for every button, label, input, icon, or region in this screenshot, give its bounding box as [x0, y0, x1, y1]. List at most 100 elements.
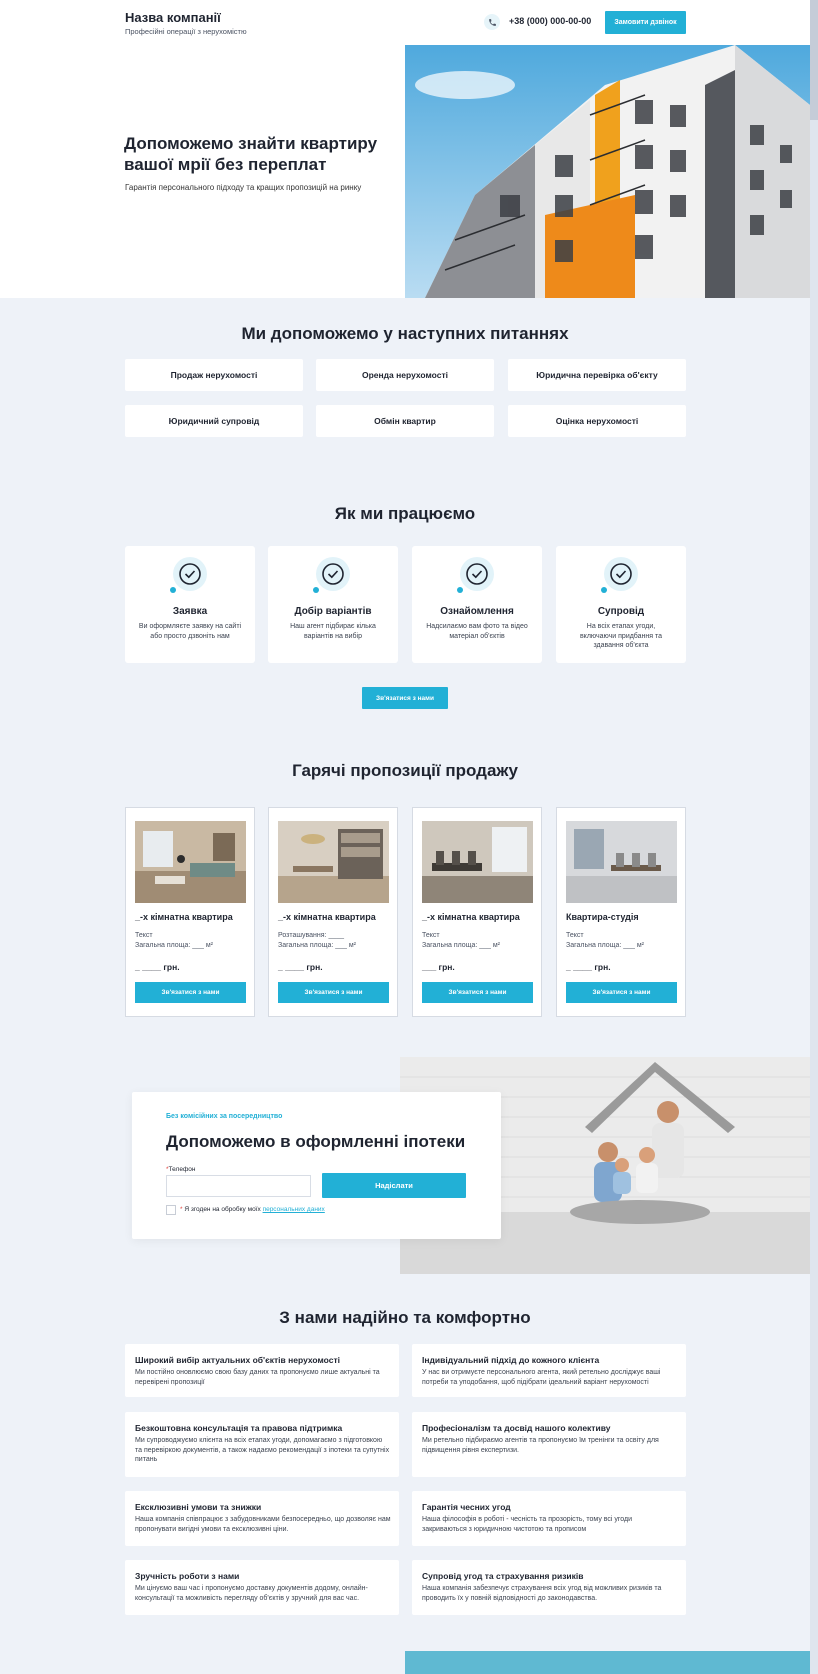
submit-button[interactable]: Надіслати: [322, 1173, 466, 1198]
step-text: Надсилаємо вам фото та відео матеріал об…: [426, 623, 528, 640]
offer-detail: Текст: [566, 932, 584, 939]
offer-price: _ ____ грн.: [566, 962, 611, 972]
service-valuation[interactable]: Оцінка нерухомості: [508, 405, 686, 437]
hero-building-image: [405, 45, 810, 298]
offer-card: Квартира-студія Текст Загальна площа: __…: [556, 807, 686, 1017]
offer-contact-button[interactable]: Зв'язатися з нами: [422, 982, 533, 1003]
offers-title: Гарячі пропозиції продажу: [292, 761, 518, 780]
hero-title: Допоможемо знайти квартиру вашої мрії бе…: [124, 134, 378, 174]
offer-area: Загальна площа: ___ м²: [135, 942, 214, 949]
services-title: Ми допоможемо у наступних питаннях: [241, 324, 569, 343]
footer-band: [405, 1651, 810, 1674]
offer-detail: Розташування: ____: [278, 932, 345, 939]
hero-section: Допоможемо знайти квартиру вашої мрії бе…: [0, 45, 810, 298]
offer-price: _ ____ грн.: [135, 962, 180, 972]
feature-card: Супровід угод та страхування ризиків Наш…: [412, 1560, 686, 1615]
step-card: Ознайомлення Надсилаємо вам фото та віде…: [412, 546, 542, 663]
step-title: Добір варіантів: [294, 606, 372, 617]
service-exchange[interactable]: Обмін квартир: [316, 405, 494, 437]
order-call-button[interactable]: Замовити дзвінок: [605, 11, 686, 34]
phone-input[interactable]: [166, 1175, 311, 1197]
step-text: На всіх етапах угоди, включаючи придбанн…: [579, 623, 663, 649]
feature-title: Широкий вибір актуальних об'єктів нерухо…: [135, 1355, 341, 1365]
check-circle-icon: [457, 556, 495, 594]
offer-contact-button[interactable]: Зв'язатися з нами: [566, 982, 677, 1003]
header-phone[interactable]: +38 (000) 000-00-00: [509, 16, 591, 26]
step-text: Наш агент підбирає кілька варіантів на в…: [290, 623, 376, 640]
scrollbar[interactable]: [810, 0, 818, 1674]
consent-text: Я згоден на обробку моїх: [184, 1206, 261, 1213]
offer-contact-button[interactable]: Зв'язатися з нами: [278, 982, 389, 1003]
mortgage-form-card: Без комісійних за посередництво Допоможе…: [132, 1092, 501, 1239]
feature-title: Зручність роботи з нами: [135, 1571, 240, 1581]
phone-label: *Телефон: [166, 1166, 196, 1173]
feature-card: Гарантія чесних угод Наша філософія в ро…: [412, 1491, 686, 1546]
feature-title: Безкоштовна консультація та правова підт…: [135, 1423, 343, 1433]
feature-card: Індивідуальний підхід до кожного клієнта…: [412, 1344, 686, 1397]
offer-title: _-х кімнатна квартира: [422, 912, 520, 922]
feature-text: Наша компанія забезпечує страхування всі…: [422, 1585, 662, 1602]
service-legal-check[interactable]: Юридична перевірка об'єкту: [508, 359, 686, 391]
offer-title: _-х кімнатна квартира: [278, 912, 376, 922]
feature-title: Гарантія чесних угод: [422, 1502, 511, 1512]
service-rent[interactable]: Оренда нерухомості: [316, 359, 494, 391]
offer-title: _-х кімнатна квартира: [135, 912, 233, 922]
site-header: Назва компанії Професійні операції з нер…: [0, 0, 810, 45]
offer-price: ___ грн.: [422, 962, 455, 972]
feature-card: Безкоштовна консультація та правова підт…: [125, 1412, 399, 1477]
mortgage-title: Допоможемо в оформленні іпотеки: [166, 1132, 466, 1151]
mortgage-kicker: Без комісійних за посередництво: [166, 1113, 283, 1120]
offer-card: _-х кімнатна квартира Розташування: ____…: [268, 807, 398, 1017]
offer-area: Загальна площа: ___ м²: [278, 942, 357, 949]
personal-data-link[interactable]: персональних даних: [263, 1206, 325, 1213]
contact-us-button[interactable]: Зв'язатися з нами: [362, 687, 448, 709]
offer-title: Квартира-студія: [566, 912, 639, 922]
feature-title: Ексклюзивні умови та знижки: [135, 1502, 262, 1512]
feature-title: Професіоналізм та досвід нашого колектив…: [422, 1423, 611, 1433]
feature-text: Ми цінуємо ваш час і пропонуємо доставку…: [135, 1585, 368, 1602]
feature-title: Індивідуальний підхід до кожного клієнта: [422, 1355, 600, 1365]
apartment-photo: [278, 821, 389, 903]
offer-price: _ ____ грн.: [278, 962, 323, 972]
offer-area: Загальна площа: ___ м²: [422, 942, 501, 949]
how-title: Як ми працюємо: [334, 504, 476, 523]
apartment-photo: [135, 821, 246, 903]
feature-text: Ми супроводжуємо клієнта на всіх етапах …: [135, 1437, 390, 1463]
apartment-photo: [422, 821, 533, 903]
offer-area: Загальна площа: ___ м²: [566, 942, 645, 949]
features-title: З нами надійно та комфортно: [279, 1308, 531, 1327]
offer-detail: Текст: [135, 932, 153, 939]
offer-contact-button[interactable]: Зв'язатися з нами: [135, 982, 246, 1003]
feature-text: Наша філософія в роботі - чесність та пр…: [422, 1516, 633, 1533]
landing-page: Назва компанії Професійні операції з нер…: [0, 0, 818, 1674]
step-card: Добір варіантів Наш агент підбирає кільк…: [268, 546, 398, 663]
feature-text: Ми ретельно підбираємо агентів та пропон…: [422, 1437, 659, 1454]
feature-title: Супровід угод та страхування ризиків: [422, 1571, 584, 1581]
consent-label: * Я згоден на обробку моїх персональних …: [180, 1206, 325, 1213]
check-circle-icon: [601, 556, 639, 594]
company-name: Назва компанії: [125, 10, 221, 25]
feature-text: Ми постійно оновлюємо свою базу даних та…: [135, 1369, 380, 1386]
step-title: Заявка: [172, 606, 208, 617]
feature-text: Наша компанія співпрацює з забудовниками…: [135, 1516, 391, 1533]
scrollbar-thumb[interactable]: [810, 0, 818, 120]
feature-card: Широкий вибір актуальних об'єктів нерухо…: [125, 1344, 399, 1397]
step-card: Заявка Ви оформляєте заявку на сайті або…: [125, 546, 255, 663]
required-mark: *: [180, 1206, 183, 1213]
consent-checkbox[interactable]: [166, 1205, 176, 1215]
company-tagline: Професійні операції з нерухомістю: [125, 27, 247, 36]
feature-card: Ексклюзивні умови та знижки Наша компані…: [125, 1491, 399, 1546]
feature-card: Професіоналізм та досвід нашого колектив…: [412, 1412, 686, 1477]
offer-card: _-х кімнатна квартира Текст Загальна пло…: [412, 807, 542, 1017]
check-circle-icon: [313, 556, 351, 594]
phone-label-text: Телефон: [168, 1166, 196, 1173]
step-title: Ознайомлення: [440, 606, 514, 617]
feature-card: Зручність роботи з нами Ми цінуємо ваш ч…: [125, 1560, 399, 1615]
service-sale[interactable]: Продаж нерухомості: [125, 359, 303, 391]
hero-subtitle: Гарантія персонального підходу та кращих…: [125, 183, 362, 192]
brand[interactable]: Назва компанії Професійні операції з нер…: [125, 10, 247, 36]
offer-card: _-х кімнатна квартира Текст Загальна пло…: [125, 807, 255, 1017]
apartment-photo: [566, 821, 677, 903]
service-legal-support[interactable]: Юридичний супровід: [125, 405, 303, 437]
feature-text: У нас ви отримуєте персонального агента,…: [422, 1369, 661, 1386]
